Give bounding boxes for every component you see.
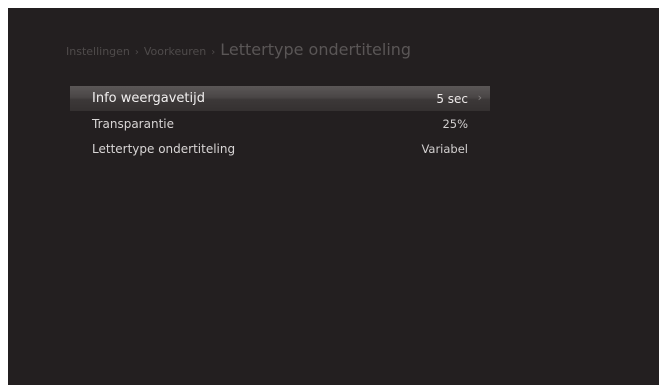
menu-item-value: 25% xyxy=(442,116,468,131)
menu-item-info-weergavetijd[interactable]: Info weergavetijd 5 sec › xyxy=(70,86,490,111)
menu-item-value: 5 sec xyxy=(436,91,468,106)
menu-item-label: Transparantie xyxy=(92,116,174,131)
page-title: Lettertype ondertiteling xyxy=(220,40,412,59)
tv-screen: Instellingen › Voorkeuren › Lettertype o… xyxy=(8,8,659,385)
breadcrumb-separator: › xyxy=(211,47,216,58)
menu-item-label: Info weergavetijd xyxy=(92,91,205,106)
breadcrumb-instellingen[interactable]: Instellingen xyxy=(66,45,130,58)
menu-item-label: Lettertype ondertiteling xyxy=(92,141,236,156)
chevron-right-icon: › xyxy=(477,91,482,104)
menu-item-value: Variabel xyxy=(421,141,468,156)
settings-menu: Info weergavetijd 5 sec › Transparantie … xyxy=(70,86,490,161)
breadcrumb-separator: › xyxy=(134,47,139,58)
menu-item-lettertype-ondertiteling[interactable]: Lettertype ondertiteling Variabel xyxy=(70,136,490,161)
breadcrumb-voorkeuren[interactable]: Voorkeuren xyxy=(144,45,206,58)
menu-item-transparantie[interactable]: Transparantie 25% xyxy=(70,111,490,136)
breadcrumb: Instellingen › Voorkeuren › Lettertype o… xyxy=(66,40,411,59)
